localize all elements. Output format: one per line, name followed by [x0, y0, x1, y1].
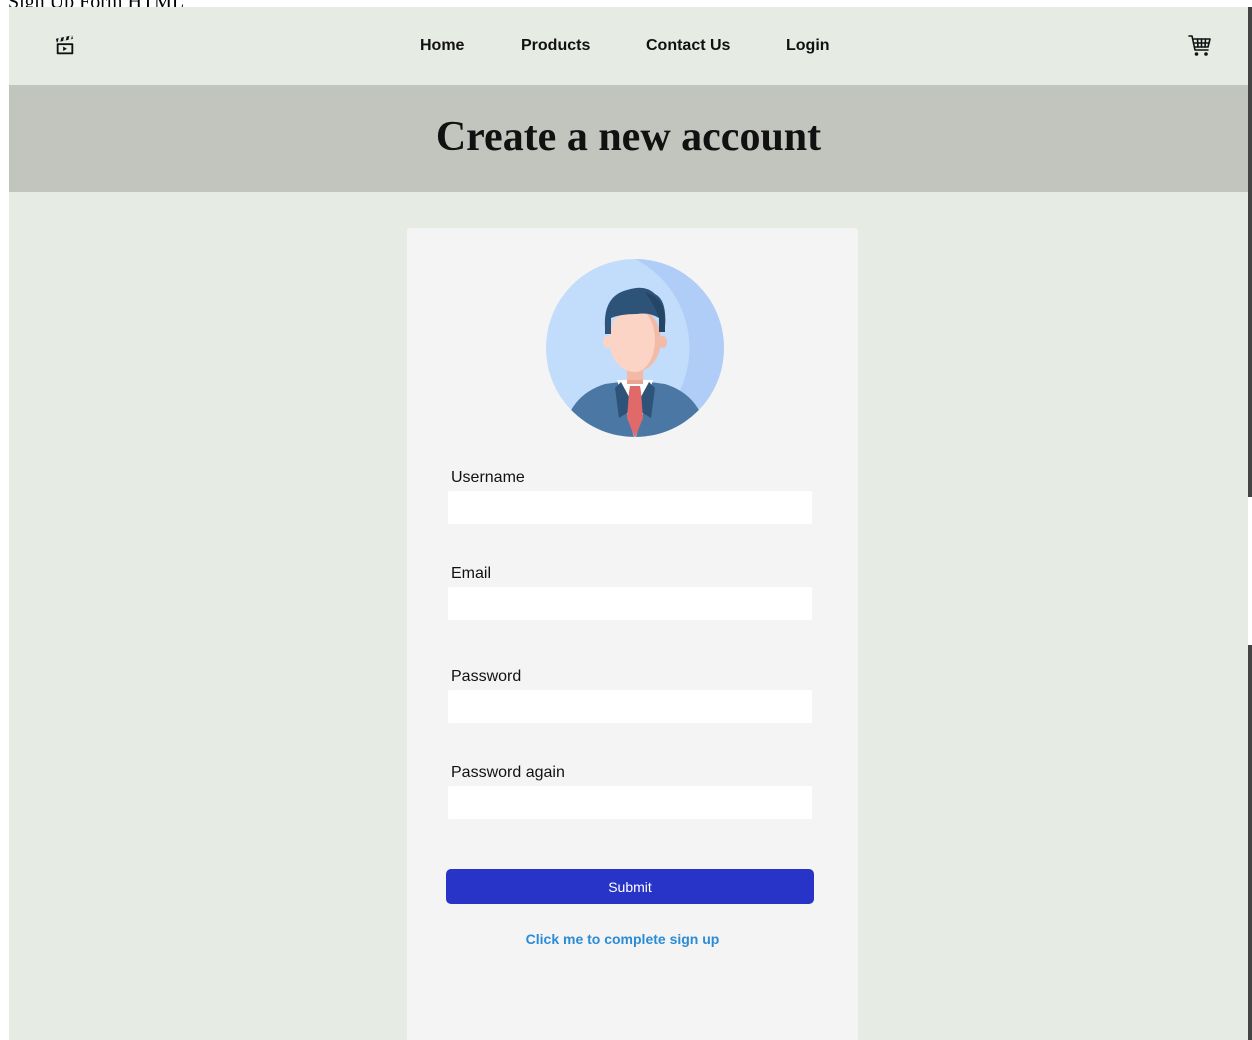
clapperboard-icon[interactable] [54, 35, 76, 57]
email-label: Email [451, 565, 492, 582]
password-label: Password [451, 668, 522, 685]
scrollbar-thumb-top[interactable] [1248, 7, 1252, 497]
top-navbar: Home Products Contact Us Login [9, 7, 1248, 85]
nav-link-login[interactable]: Login [786, 37, 830, 55]
scrollbar-thumb-bottom[interactable] [1248, 645, 1252, 1040]
nav-link-contact-us[interactable]: Contact Us [646, 37, 730, 55]
complete-signup-link[interactable]: Click me to complete sign up [407, 931, 858, 947]
nav-link-home[interactable]: Home [420, 37, 464, 55]
hero-banner: Create a new account [9, 85, 1248, 192]
shopping-cart-icon[interactable] [1187, 33, 1213, 59]
password-input[interactable] [448, 690, 812, 723]
signup-form-card: Username Email Password Password again S… [407, 228, 858, 1040]
password-again-label: Password again [451, 764, 565, 781]
email-input[interactable] [448, 587, 812, 620]
app-container: Home Products Contact Us Login Create a … [9, 7, 1248, 1040]
user-avatar-icon [546, 259, 724, 437]
page-title: Create a new account [435, 114, 822, 160]
nav-link-products[interactable]: Products [521, 37, 590, 55]
username-label: Username [451, 469, 525, 486]
submit-button[interactable]: Submit [446, 869, 814, 904]
username-input[interactable] [448, 491, 812, 524]
scrollbar-gap [1248, 497, 1252, 645]
password-again-input[interactable] [448, 786, 812, 819]
